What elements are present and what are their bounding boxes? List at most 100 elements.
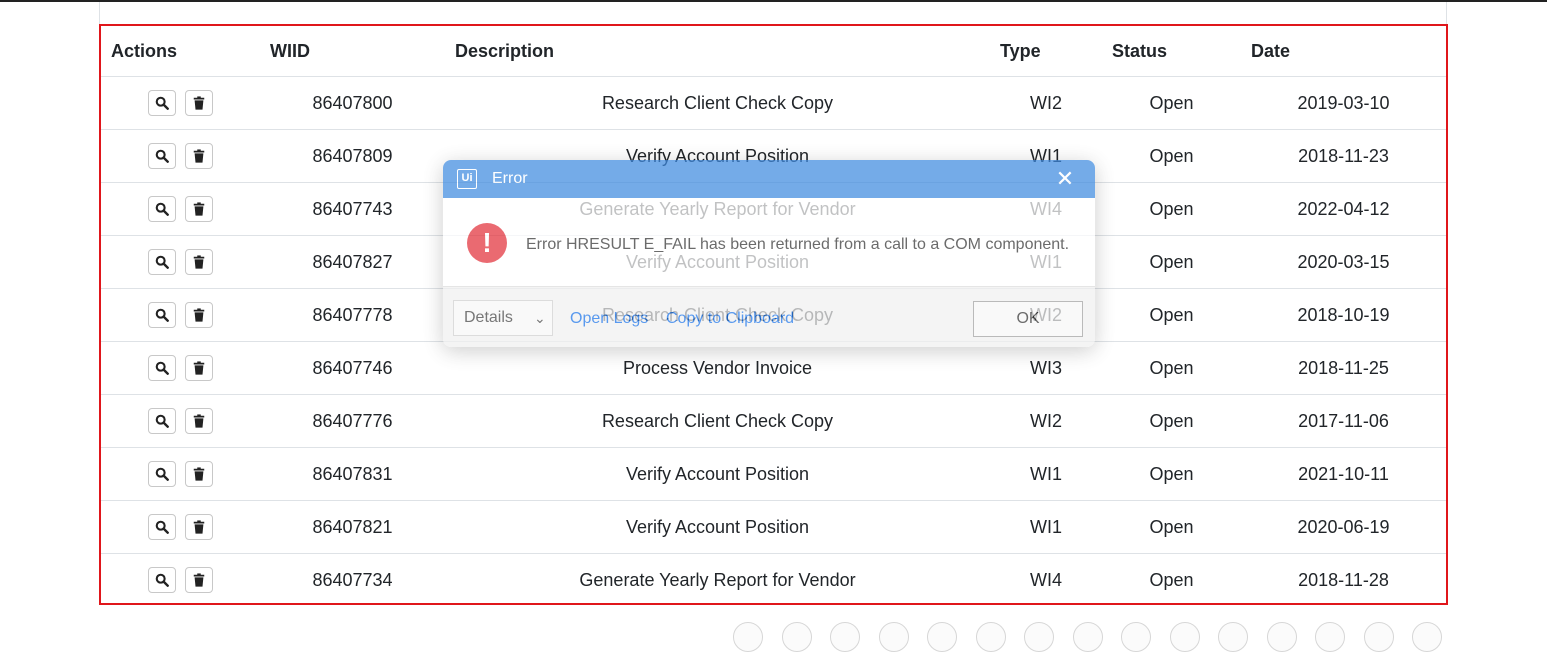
actions-cell	[101, 447, 260, 501]
trash-icon	[193, 573, 205, 587]
wiid-cell: 86407800	[260, 76, 445, 130]
delete-button[interactable]	[185, 196, 213, 222]
error-dialog: Ui Error ✕ ! Error HRESULT E_FAIL has be…	[443, 160, 1095, 347]
status-cell: Open	[1102, 129, 1241, 183]
copy-to-clipboard-link[interactable]: Copy to Clipboard	[666, 310, 794, 328]
date-cell: 2018-11-23	[1241, 129, 1446, 183]
table-row: 86407734 Generate Yearly Report for Vend…	[101, 554, 1446, 607]
status-cell: Open	[1102, 394, 1241, 448]
page-dot	[1169, 622, 1200, 652]
actions-cell	[101, 76, 260, 130]
type-cell: WI3	[990, 341, 1102, 395]
actions-cell	[101, 235, 260, 289]
description-cell: Verify Account Position	[445, 447, 990, 501]
search-icon	[155, 149, 169, 163]
view-button[interactable]	[147, 249, 176, 275]
wiid-cell: 86407827	[260, 235, 445, 289]
card-edge-right	[1446, 2, 1447, 26]
date-cell: 2018-11-28	[1298, 569, 1389, 590]
delete-button[interactable]	[185, 408, 213, 434]
error-icon: !	[467, 223, 507, 263]
wiid-cell: 86407776	[260, 394, 445, 448]
status-cell: Open	[1102, 182, 1241, 236]
card-edge-left	[99, 2, 100, 26]
actions-cell	[101, 500, 260, 554]
description-cell: Generate Yearly Report for Vendor	[579, 569, 856, 590]
page-dot	[1072, 622, 1103, 652]
actions-cell	[101, 288, 260, 342]
delete-button[interactable]	[185, 90, 213, 116]
status-cell: Open	[1102, 341, 1241, 395]
search-icon	[155, 255, 169, 269]
status-cell: Open	[1102, 447, 1241, 501]
search-icon	[155, 361, 169, 375]
uipath-logo-icon: Ui	[457, 169, 477, 189]
view-button[interactable]	[147, 143, 176, 169]
page-dot	[781, 622, 812, 652]
actions-cell	[101, 394, 260, 448]
pagination-dots	[733, 622, 1453, 652]
description-cell: Process Vendor Invoice	[445, 341, 990, 395]
page-dot	[1218, 622, 1248, 652]
page-dot	[1121, 622, 1151, 652]
ok-button[interactable]: OK	[973, 301, 1083, 337]
type-cell: WI1	[990, 500, 1102, 554]
wiid-cell: 86407734	[312, 569, 393, 590]
header-wiid: WIID	[260, 26, 445, 77]
table-row: 86407831 Verify Account Position WI1 Ope…	[101, 447, 1446, 501]
table-row: 86407800 Research Client Check Copy WI2 …	[101, 76, 1446, 130]
status-cell: Open	[1102, 500, 1241, 554]
search-icon	[155, 520, 169, 534]
close-icon[interactable]: ✕	[1053, 168, 1077, 190]
wiid-cell: 86407743	[260, 182, 445, 236]
page-dot	[1363, 622, 1394, 652]
wiid-cell: 86407809	[260, 129, 445, 183]
delete-button[interactable]	[185, 249, 213, 275]
view-button[interactable]	[147, 461, 176, 487]
page-dot	[1024, 622, 1054, 652]
status-cell: Open	[1102, 235, 1241, 289]
view-button[interactable]	[147, 514, 176, 540]
page-dot	[927, 622, 957, 652]
date-cell: 2017-11-06	[1241, 394, 1446, 448]
dialog-footer: Details ⌄ Open Logs Copy to Clipboard OK	[443, 286, 1095, 347]
view-button[interactable]	[147, 355, 176, 381]
type-cell: WI2	[990, 394, 1102, 448]
page-dot	[975, 622, 1006, 652]
open-logs-link[interactable]: Open Logs	[570, 310, 648, 328]
date-cell: 2018-11-25	[1241, 341, 1446, 395]
table-row: 86407821 Verify Account Position WI1 Ope…	[101, 500, 1446, 554]
page-dot	[1412, 622, 1442, 652]
wiid-cell: 86407821	[260, 500, 445, 554]
dialog-body: ! Error HRESULT E_FAIL has been returned…	[443, 198, 1095, 286]
delete-button[interactable]	[185, 355, 213, 381]
view-button[interactable]	[147, 196, 176, 222]
delete-button[interactable]	[185, 143, 213, 169]
date-cell: 2018-10-19	[1241, 288, 1446, 342]
description-cell: Verify Account Position	[445, 500, 990, 554]
page-dot	[1315, 622, 1345, 652]
status-cell: Open	[1102, 288, 1241, 342]
delete-button[interactable]	[185, 461, 213, 487]
type-cell: WI1	[990, 447, 1102, 501]
status-cell: Open	[1102, 76, 1241, 130]
header-status: Status	[1102, 26, 1241, 77]
view-button[interactable]	[147, 302, 176, 328]
view-button[interactable]	[147, 90, 176, 116]
page-dot	[1266, 622, 1297, 652]
wiid-cell: 86407831	[260, 447, 445, 501]
view-button[interactable]	[147, 567, 176, 593]
delete-button[interactable]	[185, 567, 213, 593]
search-icon	[155, 414, 169, 428]
details-button[interactable]: Details ⌄	[453, 300, 553, 336]
trash-icon	[193, 96, 205, 110]
actions-cell	[101, 341, 260, 395]
trash-icon	[193, 467, 205, 481]
trash-icon	[193, 255, 205, 269]
header-description: Description	[445, 26, 990, 77]
delete-button[interactable]	[185, 514, 213, 540]
type-cell: WI2	[990, 76, 1102, 130]
delete-button[interactable]	[185, 302, 213, 328]
view-button[interactable]	[147, 408, 176, 434]
trash-icon	[193, 414, 205, 428]
